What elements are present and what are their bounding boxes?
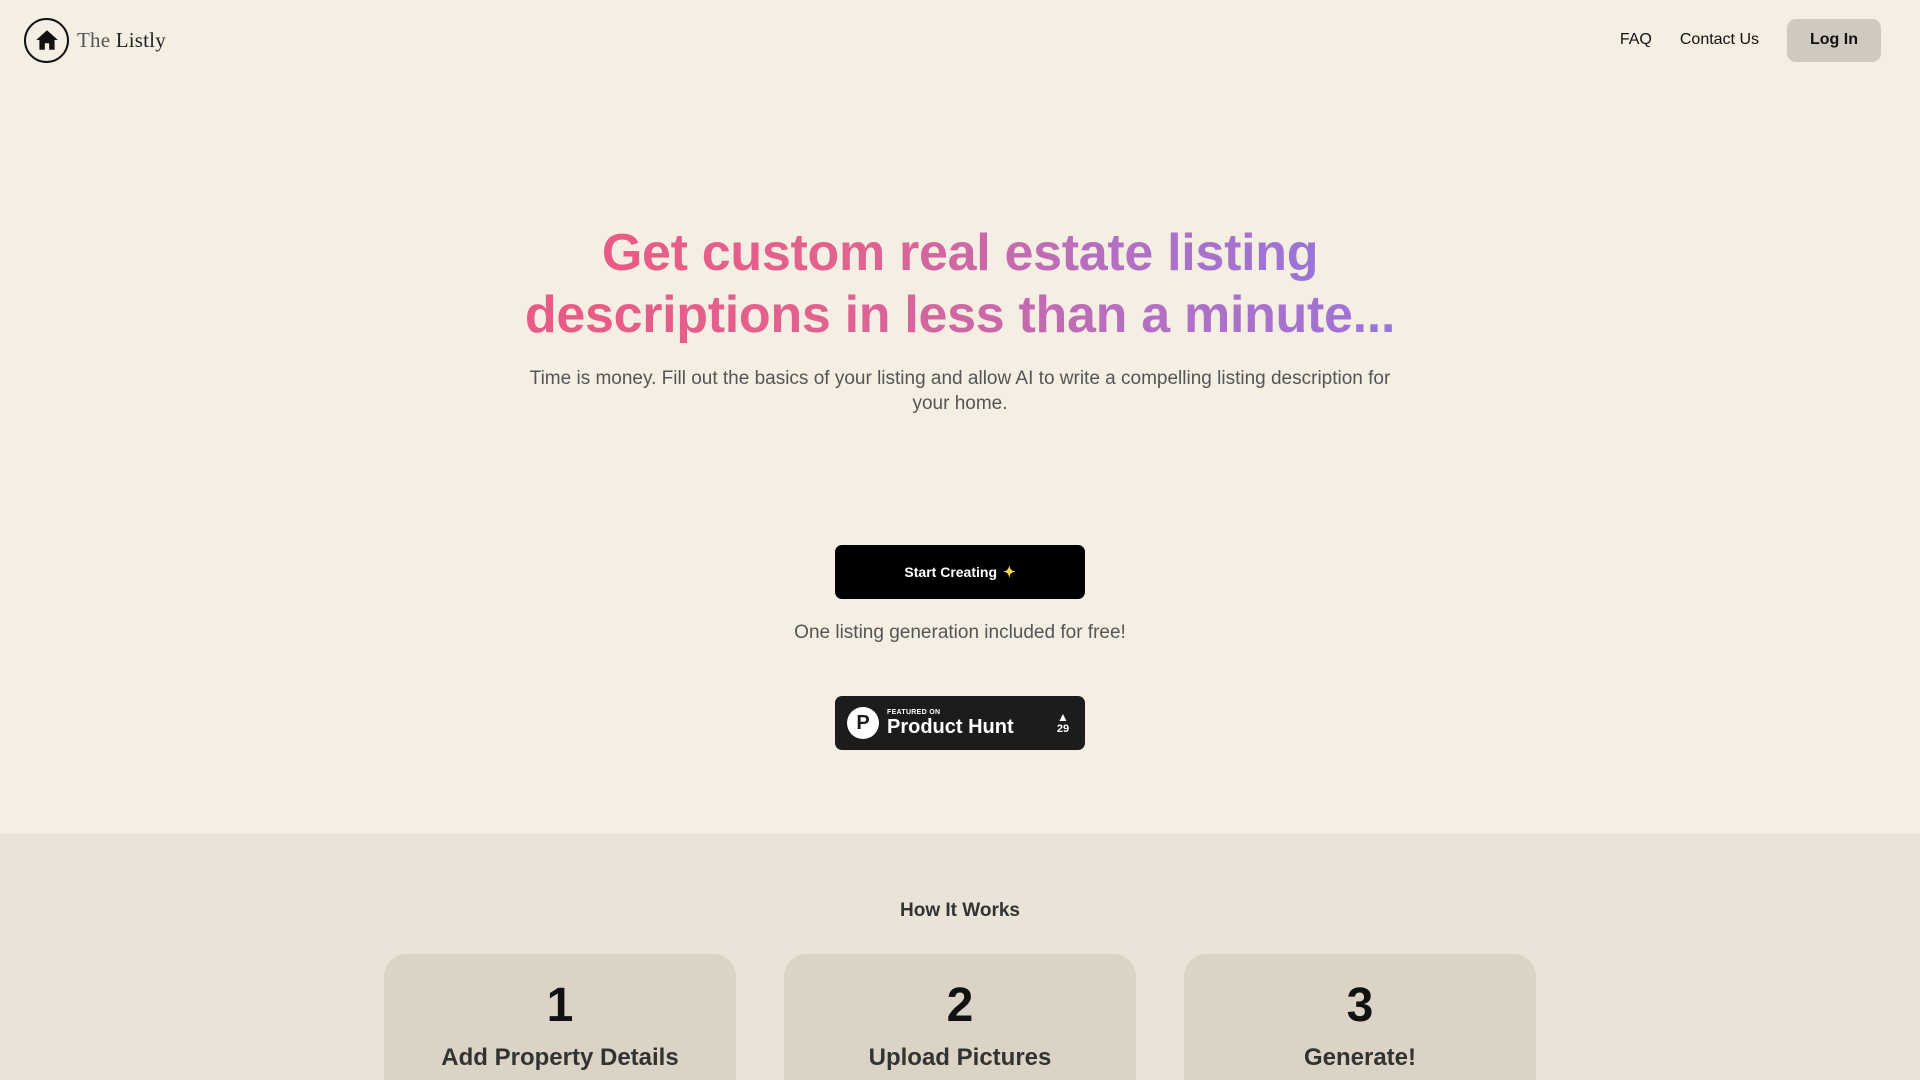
hero-title-line-2: descriptions in less than a minute...	[524, 286, 1396, 344]
product-hunt-featured-label: FEATURED ON	[887, 708, 941, 716]
brand-logo-link[interactable]: The Listly	[24, 17, 166, 63]
site-header: The Listly FAQ Contact Us Log In	[0, 0, 1920, 80]
product-hunt-votes: ▲ 29	[1053, 711, 1073, 735]
brand-name-main: Listly	[115, 27, 166, 52]
free-generation-note: One listing generation included for free…	[794, 622, 1126, 643]
step-card-3: 3 Generate!	[1184, 954, 1536, 1080]
step-label: Add Property Details	[441, 1044, 679, 1071]
step-card-1: 1 Add Property Details	[384, 954, 736, 1080]
start-creating-button[interactable]: Start Creating ✦	[835, 545, 1085, 599]
step-label: Upload Pictures	[868, 1044, 1052, 1071]
brand-name: The Listly	[77, 28, 166, 53]
step-label: Generate!	[1303, 1044, 1417, 1071]
how-it-works-section: How It Works 1 Add Property Details 2 Up…	[0, 834, 1920, 1080]
step-number: 2	[946, 979, 974, 1032]
product-hunt-badge[interactable]: P FEATURED ON Product Hunt ▲ 29	[835, 696, 1085, 750]
step-number: 1	[546, 979, 574, 1032]
product-hunt-logo-icon: P	[847, 707, 879, 739]
how-it-works-title: How It Works	[900, 900, 1020, 921]
sparkle-icon: ✦	[1003, 564, 1016, 581]
login-button[interactable]: Log In	[1787, 18, 1881, 62]
product-hunt-name: Product Hunt	[887, 715, 1014, 738]
hero-title-line-1: Get custom real estate listing	[601, 224, 1319, 282]
start-creating-label: Start Creating	[904, 564, 997, 580]
hero-title: Get custom real estate listing descripti…	[0, 222, 1920, 346]
nav-faq-link[interactable]: FAQ	[1620, 31, 1652, 49]
brand-name-prefix: The	[77, 27, 111, 52]
top-nav: FAQ Contact Us Log In	[1620, 18, 1881, 62]
step-card-2: 2 Upload Pictures	[784, 954, 1136, 1080]
product-hunt-vote-count: 29	[1056, 723, 1070, 735]
landing-page: The Listly FAQ Contact Us Log In Get cus…	[0, 0, 1920, 1080]
home-icon	[24, 17, 69, 63]
hero-subtitle: Time is money. Fill out the basics of yo…	[529, 368, 1391, 414]
nav-contact-link[interactable]: Contact Us	[1680, 31, 1759, 49]
step-number: 3	[1346, 979, 1374, 1032]
upvote-triangle-icon: ▲	[1057, 710, 1069, 724]
product-hunt-text: FEATURED ON Product Hunt	[887, 709, 1014, 738]
